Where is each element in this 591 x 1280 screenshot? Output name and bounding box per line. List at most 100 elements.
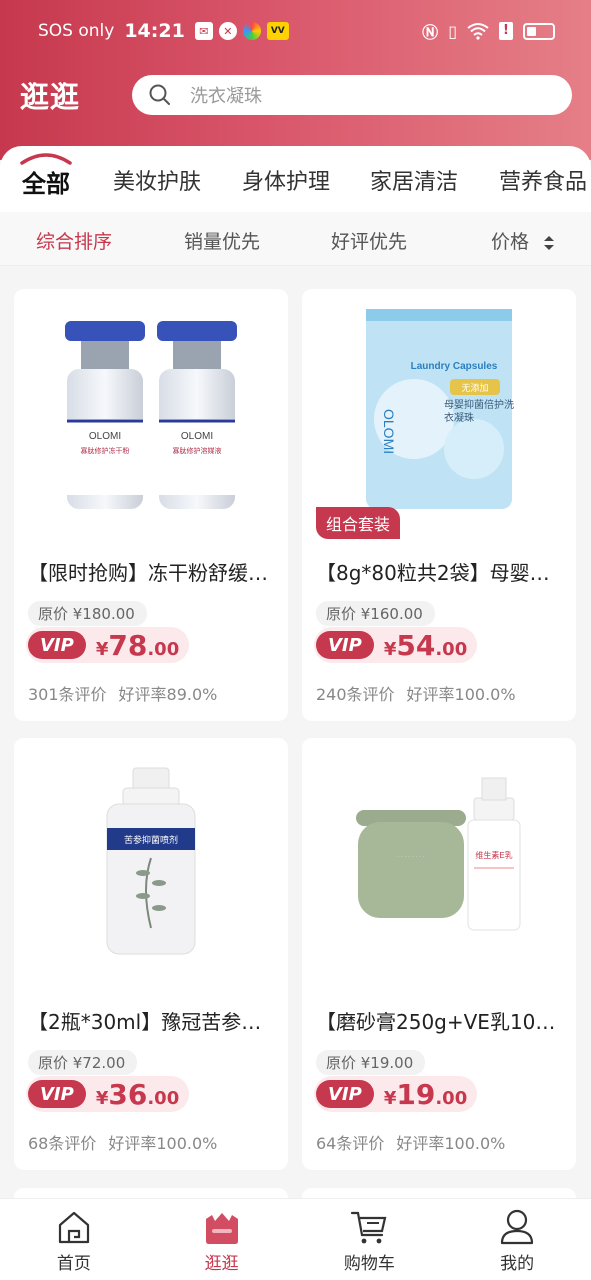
good-rate: 好评率100.0% [108,1134,218,1153]
product-image: OLOMI 寡肽修护冻干粉 OLOMI 寡肽修护溶媒液 [14,289,288,529]
p4-label: 维生素E乳 [475,850,512,860]
svg-text:· · · · · · · ·: · · · · · · · · [397,854,425,860]
original-price: 原价 ¥19.00 [316,1050,426,1075]
carrier-text: SOS only [38,21,115,41]
p1-label-a: 寡肽修护冻干粉 [81,446,130,455]
bundle-tag: 组合套装 [316,507,401,539]
vip-price: VIP ¥36.00 [26,1076,190,1112]
nfc-icon: Ⓝ [422,23,439,42]
app-yellow-icon: VV [266,22,289,40]
good-rate: 好评率100.0% [406,685,516,704]
review-count: 301条评价 [28,685,107,704]
product-stats: 64条评价 好评率100.0% [316,1130,505,1154]
home-icon [58,1211,89,1244]
top-row: 逛逛 洗衣凝珠 [0,70,591,120]
category-tabs: 全部 美妆护肤 身体护理 家居清洁 营养食品 [0,146,591,212]
mail-icon: ✉ [194,22,213,40]
product-stats: 240条评价 好评率100.0% [316,681,516,705]
vip-badge: VIP [316,631,374,659]
tab-nutrition[interactable]: 营养食品 [499,164,587,196]
product-card[interactable]: OLOMI 寡肽修护冻干粉 OLOMI 寡肽修护溶媒液 【限时抢购】冻干粉舒缓修… [14,289,288,721]
product-stats: 68条评价 好评率100.0% [28,1130,217,1154]
product-stats: 301条评价 好评率89.0% [28,681,217,705]
page-title: 逛逛 [20,80,81,114]
sort-sales[interactable]: 销量优先 [184,227,260,254]
p1-brand-b: OLOMI [181,431,213,442]
product-image: 苦参抑菌喷剂 [14,738,288,978]
vibrate-icon: ▯ [448,21,457,41]
sort-rating[interactable]: 好评优先 [331,227,407,254]
original-price: 原价 ¥160.00 [316,601,435,626]
currency-symbol: ¥ [95,638,109,660]
product-image: Laundry Capsules 无添加 母婴抑菌倍护洗衣凝珠 OLOMI [302,289,576,529]
nav-cart[interactable]: 购物车 [296,1199,444,1280]
sort-price-label: 价格 [491,231,530,253]
currency-symbol: ¥ [383,1087,397,1109]
product-card[interactable]: · · · · · · · · 维生素E乳 【磨砂膏250g+VE乳100ml】… [302,738,576,1170]
battery-icon [523,22,555,40]
sort-comprehensive[interactable]: 综合排序 [36,227,112,254]
cart-icon [351,1211,387,1244]
good-rate: 好评率89.0% [118,685,218,704]
vip-badge: VIP [28,1080,86,1108]
tab-all[interactable]: 全部 [22,164,70,199]
shop-bag-icon [205,1213,238,1244]
p1-brand-a: OLOMI [89,431,121,442]
alert-icon: ! [499,22,513,40]
wifi-icon [467,23,489,40]
price-decimal: .00 [435,638,468,660]
p1-label-b: 寡肽修护溶媒液 [173,446,222,455]
vip-badge: VIP [28,631,86,659]
sort-bar: 综合排序 销量优先 好评优先 价格 [0,212,591,266]
nav-cart-label: 购物车 [343,1254,395,1274]
review-count: 68条评价 [28,1134,97,1153]
price-decimal: .00 [147,1087,180,1109]
product-card[interactable]: Laundry Capsules 无添加 母婴抑菌倍护洗衣凝珠 OLOMI 组合… [302,289,576,721]
svg-text:OLOMI: OLOMI [381,409,397,454]
vip-price: VIP ¥78.00 [26,627,190,663]
search-input[interactable]: 洗衣凝珠 [132,75,572,115]
currency-symbol: ¥ [95,1087,109,1109]
original-price: 原价 ¥72.00 [28,1050,138,1075]
vip-price: VIP ¥19.00 [314,1076,478,1112]
price-decimal: .00 [147,638,180,660]
nav-profile-label: 我的 [500,1254,535,1274]
nav-profile[interactable]: 我的 [443,1199,591,1280]
price-integer: 78 [108,628,148,662]
price-integer: 54 [396,628,436,662]
p2-badge: 无添加 [461,383,488,393]
review-count: 64条评价 [316,1134,385,1153]
price-integer: 36 [108,1077,148,1111]
nav-home-label: 首页 [56,1254,91,1274]
price-decimal: .00 [435,1087,468,1109]
app-colorful-icon [242,22,261,40]
active-tab-arc-icon [20,153,72,165]
tab-body-care[interactable]: 身体护理 [242,164,330,196]
status-time: 14:21 [124,20,185,42]
nav-home[interactable]: 首页 [0,1199,148,1280]
sort-arrows-icon [544,235,555,250]
product-image: · · · · · · · · 维生素E乳 [302,738,576,978]
original-price: 原价 ¥180.00 [28,601,147,626]
p2-brand-en: Laundry Capsules [411,361,498,372]
currency-symbol: ¥ [383,638,397,660]
search-icon [149,84,170,105]
price-integer: 19 [396,1077,436,1111]
product-card[interactable]: 苦参抑菌喷剂 【2瓶*30ml】豫冠苦参抑菌喷剂 原价 ¥72.00 VIP ¥… [14,738,288,1170]
product-title: 【2瓶*30ml】豫冠苦参抑菌喷剂 [28,1010,278,1034]
tab-beauty[interactable]: 美妆护肤 [113,164,201,196]
sort-price[interactable]: 价格 [491,227,555,254]
vip-badge: VIP [316,1080,374,1108]
nav-browse-label: 逛逛 [204,1254,239,1274]
p2-text: 母婴抑菌倍护洗衣凝珠 [444,400,514,424]
close-circle-icon: ✕ [218,22,237,40]
tab-home-cleaning[interactable]: 家居清洁 [370,164,458,196]
vip-price: VIP ¥54.00 [314,627,478,663]
status-bar: SOS only 14:21 ✉ ✕ VV Ⓝ ▯ ! [0,0,591,62]
review-count: 240条评价 [316,685,395,704]
product-title: 【8g*80粒共2袋】母婴抑菌洗衣凝珠 [316,561,566,585]
nav-browse[interactable]: 逛逛 [148,1199,296,1280]
user-icon [501,1209,534,1245]
p3-label: 苦参抑菌喷剂 [124,834,178,845]
bottom-nav: 首页 逛逛 购物车 我的 [0,1198,591,1280]
